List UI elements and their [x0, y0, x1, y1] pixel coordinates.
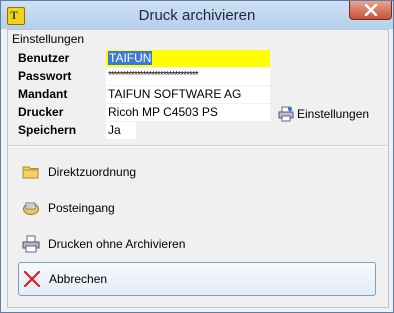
client-label: Mandant [18, 87, 68, 101]
print-without-archive-button[interactable]: Drucken ohne Archivieren [18, 230, 378, 258]
inbox-button[interactable]: Posteingang [18, 194, 378, 222]
printer-field[interactable]: Ricoh MP C4503 PS [106, 104, 270, 121]
direct-assignment-label: Direktzuordnung [48, 165, 137, 179]
user-label: Benutzer [18, 51, 70, 65]
window-title: Druck archivieren [138, 7, 256, 24]
close-icon [364, 4, 378, 16]
folder-icon [22, 166, 39, 179]
save-label: Speichern [18, 123, 77, 137]
printer-icon [22, 235, 40, 253]
cancel-x-icon [23, 270, 41, 288]
inbox-label: Posteingang [48, 201, 115, 215]
cancel-label: Abbrechen [49, 272, 108, 286]
print-without-archive-label: Drucken ohne Archivieren [48, 237, 186, 251]
settings-group-label: Einstellungen [12, 32, 85, 46]
client-field[interactable]: TAIFUN SOFTWARE AG [106, 86, 270, 103]
dialog-window: T Druck archivieren Einstellungen Benutz… [0, 0, 394, 313]
password-label: Passwort [18, 69, 72, 83]
divider [8, 145, 388, 147]
user-field-value: TAIFUN [108, 51, 153, 65]
inbox-icon [23, 202, 39, 215]
save-field[interactable]: Ja [106, 122, 136, 139]
printer-settings-icon [278, 106, 294, 122]
title-bar[interactable]: T Druck archivieren [1, 1, 393, 29]
dialog-content: Einstellungen Benutzer TAIFUN Passwort *… [7, 29, 389, 308]
direct-assignment-button[interactable]: Direktzuordnung [18, 158, 378, 186]
settings-button[interactable]: Einstellungen [278, 105, 369, 123]
cancel-button[interactable]: Abbrechen [18, 262, 376, 296]
close-button[interactable] [349, 1, 392, 20]
printer-label: Drucker [18, 105, 64, 119]
settings-button-label: Einstellungen [297, 107, 370, 121]
password-field[interactable]: ******************************* [106, 68, 270, 85]
user-field[interactable]: TAIFUN [106, 50, 270, 67]
